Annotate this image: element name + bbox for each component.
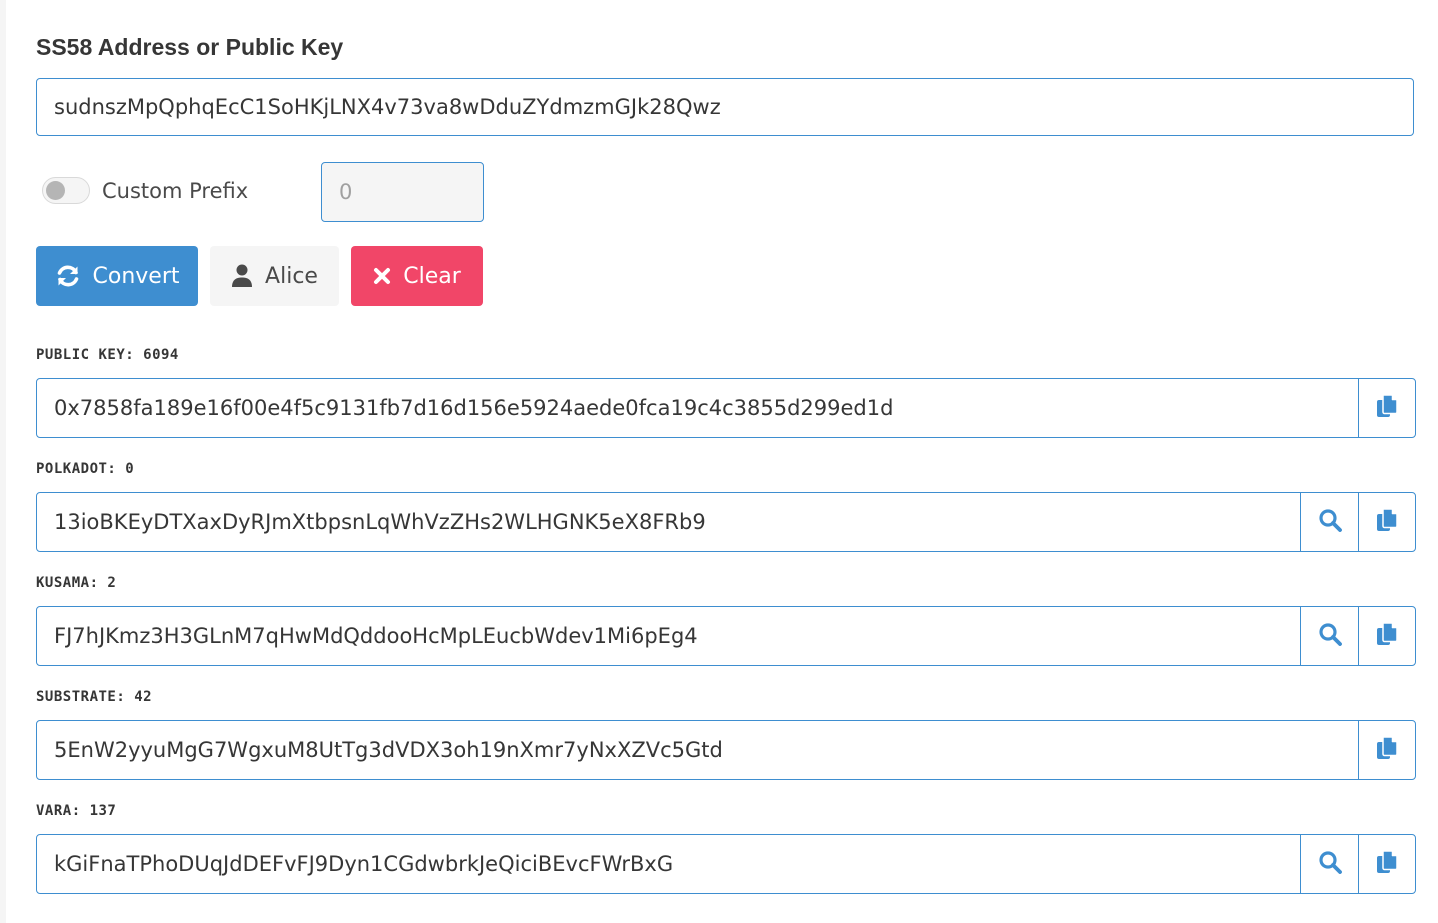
copy-icon xyxy=(1376,621,1398,651)
address-input[interactable] xyxy=(36,78,1414,136)
kusama-field: FJ7hJKmz3H3GLnM7qHwMdQddooHcMpLEucbWdev1… xyxy=(36,606,1416,666)
alice-button[interactable]: Alice xyxy=(210,246,339,306)
page-title: SS58 Address or Public Key xyxy=(36,34,344,60)
copy-button[interactable] xyxy=(1358,492,1416,552)
close-icon xyxy=(373,267,391,285)
user-icon xyxy=(231,264,253,288)
public-key-label: PUBLIC KEY: 6094 xyxy=(36,347,179,363)
copy-button[interactable] xyxy=(1358,720,1416,780)
copy-icon xyxy=(1376,507,1398,537)
clear-label: Clear xyxy=(403,263,461,289)
polkadot-label: POLKADOT: 0 xyxy=(36,461,135,477)
prefix-input[interactable]: 0 xyxy=(321,162,484,222)
polkadot-field: 13ioBKEyDTXaxDyRJmXtbpsnLqWhVzZHs2WLHGNK… xyxy=(36,492,1416,552)
copy-button[interactable] xyxy=(1358,378,1416,438)
vara-label: VARA: 137 xyxy=(36,803,117,819)
clear-button[interactable]: Clear xyxy=(351,246,483,306)
search-icon xyxy=(1318,508,1342,537)
convert-button[interactable]: Convert xyxy=(36,246,198,306)
copy-icon xyxy=(1376,849,1398,879)
public-key-value[interactable]: 0x7858fa189e16f00e4f5c9131fb7d16d156e592… xyxy=(36,378,1359,438)
toggle-knob xyxy=(46,181,65,200)
converter-panel xyxy=(6,0,1438,923)
public-key-field: 0x7858fa189e16f00e4f5c9131fb7d16d156e592… xyxy=(36,378,1416,438)
search-button[interactable] xyxy=(1300,834,1359,894)
substrate-value[interactable]: 5EnW2yyuMgG7WgxuM8UtTg3dVDX3oh19nXmr7yNx… xyxy=(36,720,1359,780)
alice-label: Alice xyxy=(265,263,318,289)
custom-prefix-toggle[interactable] xyxy=(42,177,90,204)
vara-field: kGiFnaTPhoDUqJdDEFvFJ9Dyn1CGdwbrkJeQiciB… xyxy=(36,834,1416,894)
substrate-field: 5EnW2yyuMgG7WgxuM8UtTg3dVDX3oh19nXmr7yNx… xyxy=(36,720,1416,780)
search-icon xyxy=(1318,850,1342,879)
copy-button[interactable] xyxy=(1358,606,1416,666)
kusama-label: KUSAMA: 2 xyxy=(36,575,117,591)
search-button[interactable] xyxy=(1300,492,1359,552)
search-button[interactable] xyxy=(1300,606,1359,666)
kusama-value[interactable]: FJ7hJKmz3H3GLnM7qHwMdQddooHcMpLEucbWdev1… xyxy=(36,606,1301,666)
polkadot-value[interactable]: 13ioBKEyDTXaxDyRJmXtbpsnLqWhVzZHs2WLHGNK… xyxy=(36,492,1301,552)
custom-prefix-label[interactable]: Custom Prefix xyxy=(102,179,248,203)
sync-icon xyxy=(55,263,81,289)
substrate-label: SUBSTRATE: 42 xyxy=(36,689,153,705)
copy-icon xyxy=(1376,735,1398,765)
copy-button[interactable] xyxy=(1358,834,1416,894)
copy-icon xyxy=(1376,393,1398,423)
search-icon xyxy=(1318,622,1342,651)
vara-value[interactable]: kGiFnaTPhoDUqJdDEFvFJ9Dyn1CGdwbrkJeQiciB… xyxy=(36,834,1301,894)
convert-label: Convert xyxy=(92,263,180,289)
